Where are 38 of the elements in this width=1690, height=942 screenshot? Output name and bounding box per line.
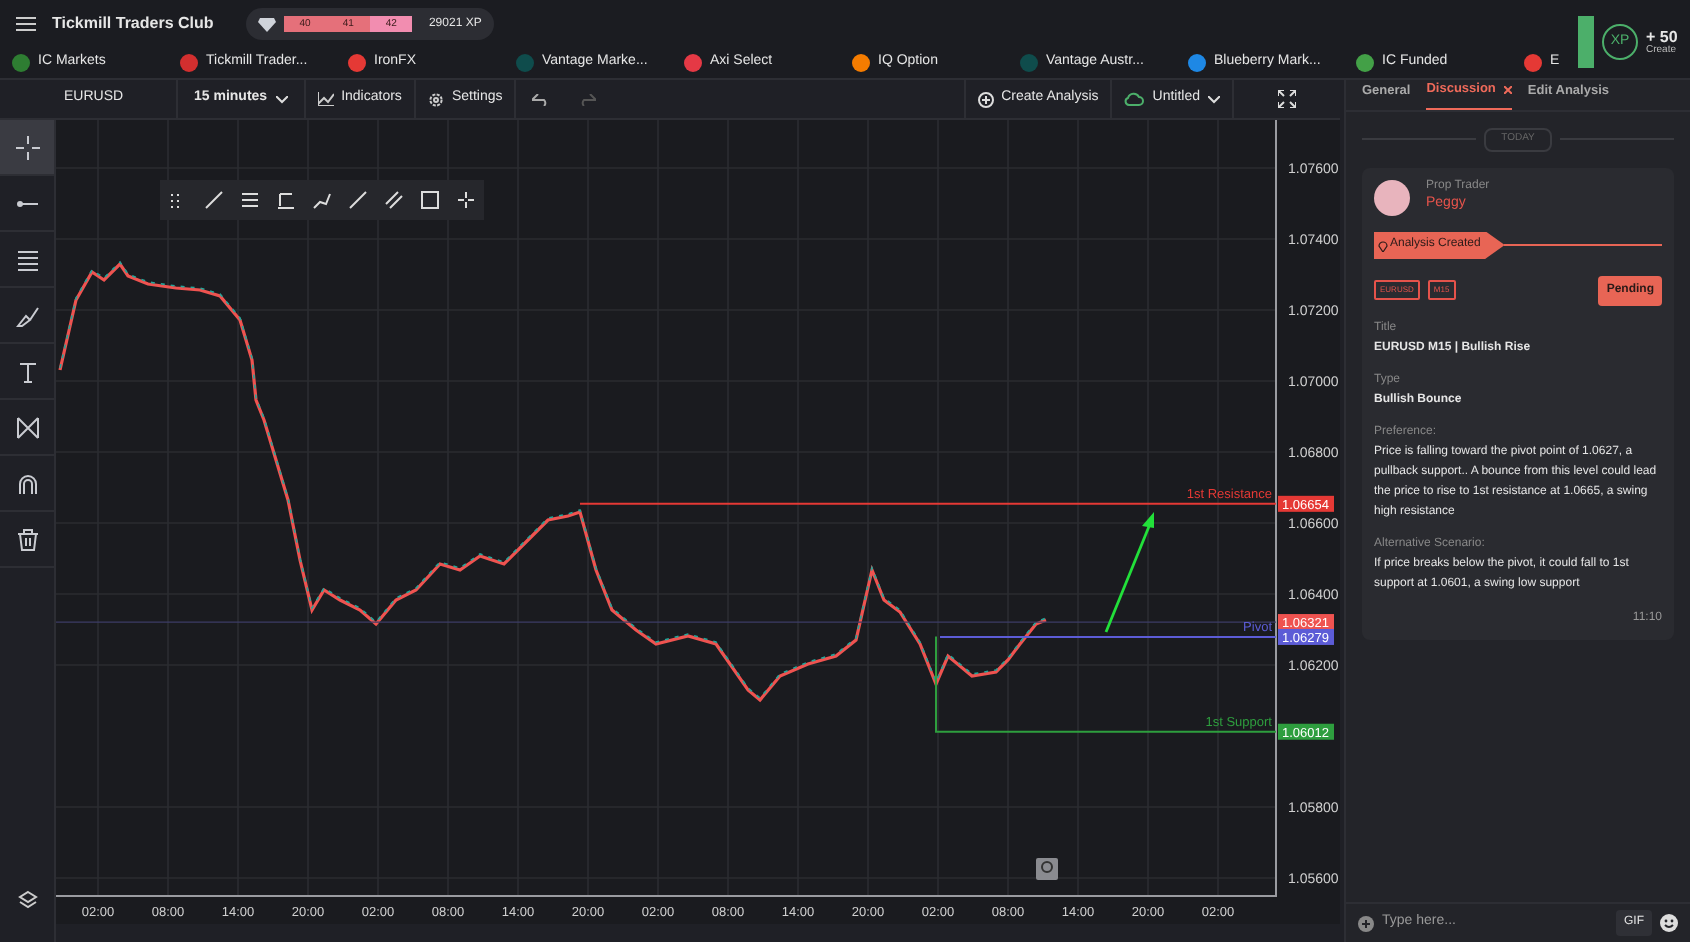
- app-title: Tickmill Traders Club: [52, 12, 214, 36]
- drawing-tool-button[interactable]: [0, 120, 54, 176]
- line-icon[interactable]: [348, 190, 368, 210]
- rectangle-icon[interactable]: [420, 190, 440, 210]
- bracket-icon[interactable]: [276, 190, 296, 210]
- caret-icon: [275, 95, 288, 103]
- fullscreen-icon[interactable]: [1278, 90, 1296, 108]
- pin-icon: [1378, 239, 1388, 251]
- arrow-drawing[interactable]: [1104, 512, 1154, 633]
- path-icon[interactable]: [312, 190, 332, 210]
- lightbulb-icon[interactable]: [1036, 858, 1058, 880]
- trash-icon: [15, 527, 39, 551]
- avatar: [1374, 179, 1410, 215]
- parallel-lines-icon: [15, 247, 39, 271]
- crosshair-icon[interactable]: [456, 190, 476, 210]
- emoji-icon[interactable]: [1660, 914, 1678, 932]
- text-tool-icon: [15, 359, 39, 383]
- caret-icon: [1208, 95, 1220, 103]
- menu-icon[interactable]: [16, 16, 36, 32]
- add-icon[interactable]: [1358, 915, 1374, 931]
- undo-icon[interactable]: [532, 93, 549, 105]
- cloud-icon: [1124, 92, 1145, 106]
- xp-gain: + 50: [1646, 29, 1680, 45]
- accent-stripe: [1578, 16, 1594, 68]
- crosshair-icon: [15, 135, 39, 159]
- pattern-icon: [15, 415, 39, 439]
- layers-icon[interactable]: [17, 890, 37, 910]
- brush-icon: [15, 303, 39, 327]
- plus-circle-icon: [977, 91, 994, 107]
- magnet-icon: [15, 471, 39, 495]
- settings-icon: [427, 91, 444, 107]
- close-icon[interactable]: [1503, 86, 1512, 95]
- diamond-icon: [257, 17, 276, 31]
- chart-line-icon: [317, 92, 334, 106]
- trend-line-icon[interactable]: [204, 190, 224, 210]
- level-line[interactable]: [935, 635, 1277, 733]
- parallel-line-icon[interactable]: [384, 190, 404, 210]
- lines-icon[interactable]: [240, 190, 260, 210]
